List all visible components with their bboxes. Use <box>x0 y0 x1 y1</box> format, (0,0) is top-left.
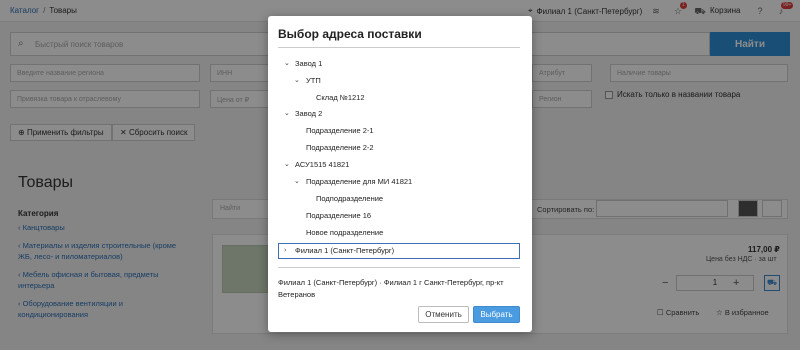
tree-node-sklad[interactable]: Склад №1212 <box>278 90 520 106</box>
tree-node-division-2-2[interactable]: Подразделение 2-2 <box>278 140 520 156</box>
tree-node-utp[interactable]: ⌄ УТП <box>278 73 520 89</box>
tree-node-subdivision[interactable]: Подподразделение <box>278 191 520 207</box>
tree-node-division-2-1[interactable]: Подразделение 2-1 <box>278 123 520 139</box>
selected-address-info: Филиал 1 (Санкт-Петербург) · Филиал 1 г … <box>278 278 504 299</box>
divider <box>278 267 520 268</box>
address-modal: Выбор адреса поставки ⌄ Завод 1 ⌄ УТП Ск… <box>268 16 532 332</box>
tree-node-new-division[interactable]: Новое подразделение <box>278 225 520 241</box>
tree-node-branch-spb[interactable]: › Филиал 1 (Санкт-Петербург) <box>278 243 520 259</box>
tree-node-division-16[interactable]: Подразделение 16 <box>278 208 520 224</box>
chevron-down-icon: ⌄ <box>284 60 290 67</box>
cancel-button[interactable]: Отменить <box>418 306 469 323</box>
tree-node-zavod-2[interactable]: ⌄ Завод 2 <box>278 106 520 122</box>
modal-title: Выбор адреса поставки <box>278 27 422 41</box>
divider <box>278 47 520 48</box>
chevron-down-icon: ⌄ <box>284 161 290 168</box>
tree-node-division-mi[interactable]: ⌄ Подразделение для МИ 41821 <box>278 174 520 190</box>
tree-node-zavod-1[interactable]: ⌄ Завод 1 <box>278 56 520 72</box>
select-button[interactable]: Выбрать <box>473 306 520 323</box>
chevron-right-icon: › <box>284 247 287 254</box>
chevron-down-icon: ⌄ <box>294 178 300 185</box>
chevron-down-icon: ⌄ <box>294 77 300 84</box>
chevron-down-icon: ⌄ <box>284 110 290 117</box>
tree-node-asu1515[interactable]: ⌄ АСУ1515 41821 <box>278 157 520 173</box>
